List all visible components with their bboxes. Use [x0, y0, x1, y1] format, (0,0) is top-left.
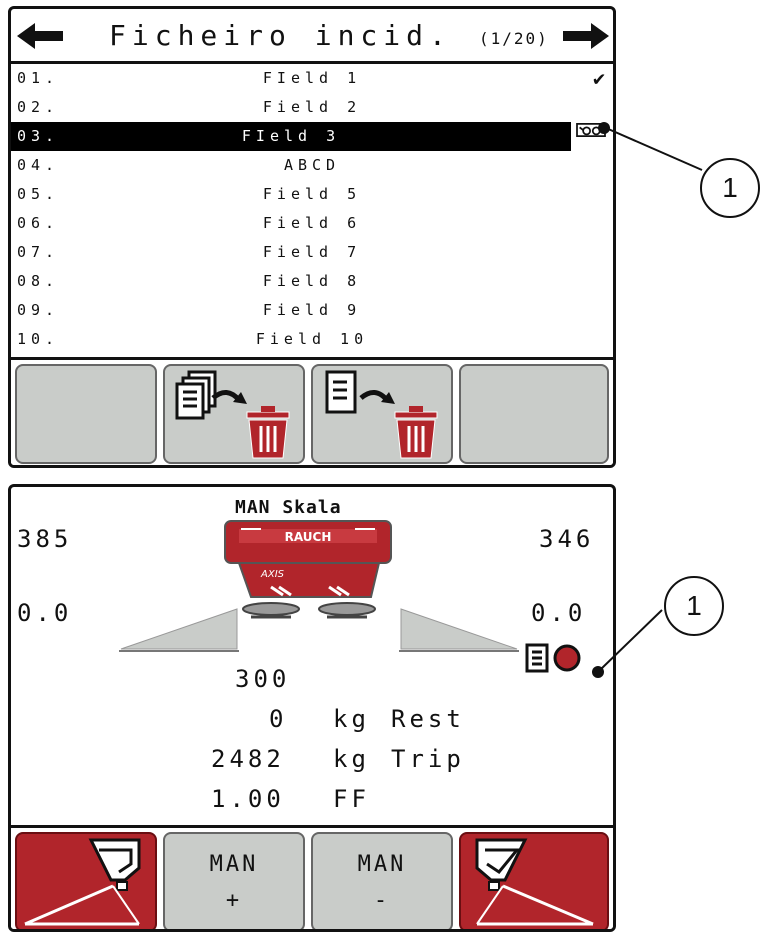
man-plus-button[interactable]: MAN +: [163, 832, 305, 929]
checkmark-icon: ✔: [592, 66, 605, 90]
svg-text:AXIS: AXIS: [260, 569, 285, 580]
scale-value: 300: [235, 665, 291, 693]
arrow-right-icon[interactable]: [561, 23, 609, 49]
man-plus-line2: +: [225, 888, 243, 913]
right-value: 346: [539, 525, 595, 553]
man-minus-button[interactable]: MAN -: [311, 832, 453, 929]
row-name: Field 5: [262, 185, 362, 203]
field-record-icon: [525, 643, 581, 673]
rest-amount: 0: [269, 705, 288, 733]
page-indicator: (1/20): [479, 29, 549, 48]
row-name: Field 7: [262, 243, 362, 261]
trip-amount: 2482: [211, 745, 285, 773]
softkey-bar: MAN + MAN -: [11, 825, 613, 929]
man-plus-line1: MAN: [209, 852, 259, 877]
man-minus-line2: -: [373, 888, 391, 913]
brand-label: RAUCH: [285, 530, 332, 544]
left-section-button[interactable]: [15, 832, 157, 929]
right-section-button[interactable]: [459, 832, 609, 929]
arrow-left-icon[interactable]: [17, 23, 65, 49]
row-name: Field 8: [262, 272, 362, 290]
softkey-bar: [11, 357, 613, 465]
callout-leader-line-top: [598, 122, 703, 171]
left-rate: 0.0: [17, 599, 73, 627]
header: Ficheiro incid. (1/20): [11, 9, 613, 64]
delete-file-icon: [325, 370, 438, 459]
left-section-spread-icon: [24, 838, 141, 926]
right-spread-fan-icon: [399, 608, 519, 652]
row-name: Field 9: [262, 301, 362, 319]
list-item[interactable]: 10. Field 10: [11, 325, 613, 354]
left-value: 385: [17, 525, 73, 553]
file-list-screen: Ficheiro incid. (1/20) 01. FIeld 1 ✔ 02.…: [8, 6, 616, 468]
flow-factor-label: FF: [333, 785, 370, 813]
right-rate: 0.0: [531, 599, 587, 627]
rest-unit: kg: [333, 705, 370, 733]
row-name: Field 10: [255, 330, 369, 348]
delete-file-button[interactable]: [311, 364, 453, 464]
delete-all-files-button[interactable]: [163, 364, 305, 464]
right-section-spread-icon: [475, 838, 594, 926]
list-item[interactable]: 09. Field 9: [11, 296, 613, 325]
list-item[interactable]: 05. Field 5: [11, 180, 613, 209]
spreader-machine-icon: RAUCH AXIS: [224, 520, 392, 619]
callout-1-bottom: 1: [664, 576, 724, 636]
list-item-selected[interactable]: 03. FIeld 3: [11, 122, 571, 151]
softkey-empty-4[interactable]: [459, 364, 609, 464]
list-item[interactable]: 08. Field 8: [11, 267, 613, 296]
operating-screen: MAN Skala 385 346 0.0 0.0 RAUCH AXIS 300…: [8, 484, 616, 932]
page-title: Ficheiro incid.: [109, 19, 452, 52]
man-minus-line1: MAN: [357, 852, 407, 877]
trip-label: Trip: [391, 745, 465, 773]
list-item[interactable]: 02. Field 2: [11, 93, 613, 122]
callout-1-top: 1: [700, 158, 760, 218]
rest-label: Rest: [391, 705, 465, 733]
row-name: FIeld 3: [241, 127, 341, 145]
list-item[interactable]: 01. FIeld 1 ✔: [11, 64, 613, 93]
row-name: ABCD: [283, 156, 341, 174]
delete-all-files-icon: [175, 370, 290, 459]
list-item[interactable]: 04. ABCD: [11, 151, 613, 180]
softkey-empty-1[interactable]: [15, 364, 157, 464]
row-name: Field 6: [262, 214, 362, 232]
list-item[interactable]: 07. Field 7: [11, 238, 613, 267]
flow-factor: 1.00: [211, 785, 285, 813]
list-item[interactable]: 06. Field 6: [11, 209, 613, 238]
left-spread-fan-icon: [119, 608, 239, 652]
row-name: FIeld 1: [262, 69, 362, 87]
mode-title: MAN Skala: [235, 497, 342, 518]
row-name: Field 2: [262, 98, 362, 116]
file-list: 01. FIeld 1 ✔ 02. Field 2 03. FIeld 3 04…: [11, 64, 613, 354]
trip-unit: kg: [333, 745, 370, 773]
